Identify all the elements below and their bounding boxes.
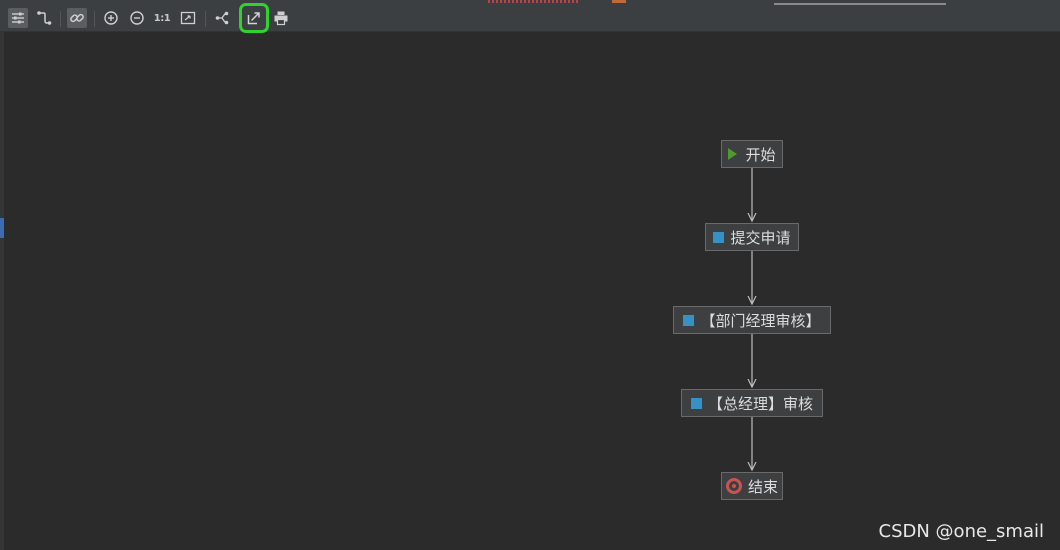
task-icon [683,314,695,326]
export-icon [247,12,260,25]
play-icon [728,148,738,160]
edge-routing-icon [37,11,52,25]
diagram-canvas[interactable]: 开始 提交申请 【部门经理审核】 【总经理】审核 结束 [4,33,1060,550]
layout-tree-icon [215,11,229,25]
node-label: 【总经理】审核 [707,394,813,413]
watermark-text: CSDN @one_smail [878,521,1044,542]
toolbar-separator [205,11,206,27]
node-label: 结束 [747,477,778,496]
end-event-icon [725,478,742,494]
zoom-out-icon [130,11,144,25]
task-icon [713,231,725,243]
bpmn-diagram-viewer: 1:1 开始 提交申请 【部门经理审核】 【总经理】审核 结束 CSDN @on… [0,0,1060,550]
toolbar-separator [94,11,95,27]
start-event-node[interactable]: 开始 [721,140,783,168]
edge-routing-button[interactable] [34,8,54,28]
zoom-in-icon [104,11,118,25]
tab-indicator-error [488,0,580,3]
zoom-in-button[interactable] [101,8,121,28]
zoom-out-button[interactable] [127,8,147,28]
fit-content-icon [180,11,196,25]
actual-size-icon: 1:1 [153,12,171,24]
link-icon [70,13,84,23]
flow-edges [4,168,1060,550]
settings-sliders-icon [12,12,24,24]
task-node-submit[interactable]: 提交申请 [705,223,799,251]
actual-size-button[interactable]: 1:1 [152,8,172,28]
print-icon [274,11,288,26]
tab-indicator-modified [612,0,626,3]
end-event-node[interactable]: 结束 [721,472,783,500]
export-button[interactable] [239,3,269,33]
node-label: 提交申请 [730,228,791,247]
link-button[interactable] [67,8,87,28]
settings-sliders-button[interactable] [8,8,28,28]
task-node-dept-review[interactable]: 【部门经理审核】 [673,306,831,334]
layout-tree-button[interactable] [212,8,232,28]
node-label: 【部门经理审核】 [700,311,821,330]
toolbar-separator [60,11,61,27]
task-node-gm-review[interactable]: 【总经理】审核 [681,389,823,417]
task-icon [690,397,702,409]
fit-content-button[interactable] [178,8,198,28]
node-label: 开始 [745,145,776,164]
diagram-toolbar: 1:1 [0,3,1060,33]
print-button[interactable] [271,8,291,28]
